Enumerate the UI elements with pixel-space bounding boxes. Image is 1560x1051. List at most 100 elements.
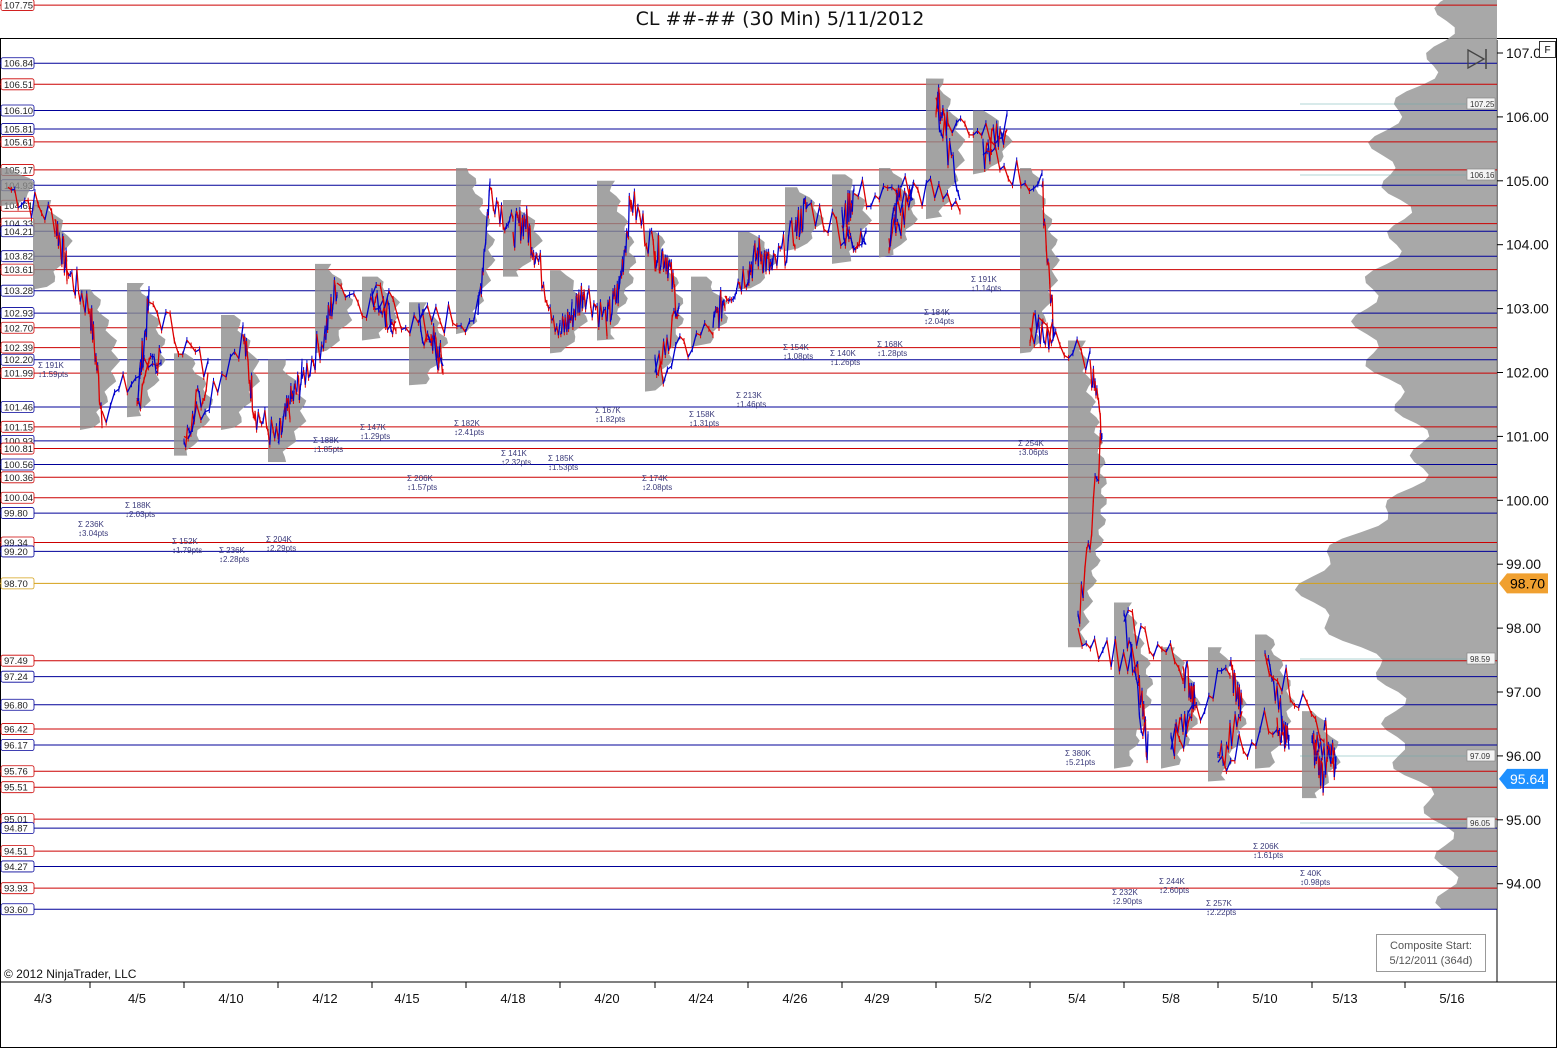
composite-start-label: Composite Start:: [1390, 940, 1472, 952]
price-bar: [1148, 650, 1155, 657]
copyright-text: © 2012 NinjaTrader, LLC: [4, 967, 137, 981]
price-bar: [1063, 354, 1069, 359]
y-tick-label: 105.00: [1506, 173, 1549, 189]
price-bar: [797, 209, 800, 238]
session-range-label: ↕2.32pts: [501, 458, 531, 467]
session-range-label: ↕2.08pts: [642, 483, 672, 492]
poc-price-label: 98.70: [1510, 575, 1545, 591]
session-profile: [550, 270, 588, 354]
x-tick-label: 4/5: [128, 991, 146, 1006]
session-volume-label: Σ 206K: [407, 474, 434, 483]
price-bar: [447, 304, 454, 324]
price-bar: [482, 251, 485, 273]
price-bar: [1051, 297, 1054, 339]
level-tag-label: 102.20: [4, 355, 33, 366]
y-tick-label: 94.00: [1506, 876, 1541, 892]
x-tick-label: 4/3: [34, 991, 52, 1006]
level-tag-label: 105.81: [4, 125, 33, 136]
price-bar: [625, 231, 628, 253]
price-bar: [1199, 710, 1206, 721]
session-range-label: ↕1.59pts: [38, 370, 68, 379]
level-tag-label: 102.39: [4, 343, 33, 354]
x-tick-label: 4/24: [688, 991, 713, 1006]
session-range-label: ↕2.90pts: [1112, 897, 1142, 906]
level-tag-label: 94.87: [4, 824, 28, 835]
session-range-label: ↕1.57pts: [407, 483, 437, 492]
x-tick-label: 5/13: [1332, 991, 1357, 1006]
price-bar: [874, 195, 880, 200]
price-bar: [844, 203, 847, 225]
price-bar: [169, 313, 175, 341]
session-range-label: ↕1.85pts: [313, 445, 343, 454]
price-bar: [1011, 160, 1018, 186]
session-range-label: ↕1.61pts: [1253, 851, 1283, 860]
level-tag-label: 93.60: [4, 905, 28, 916]
price-bar: [65, 250, 68, 282]
level-tag-label: 103.61: [4, 265, 33, 276]
level-tag-label: 102.93: [4, 309, 33, 320]
session-range-label: ↕1.14pts: [971, 284, 1001, 293]
price-bar: [662, 369, 669, 384]
price-bar: [118, 374, 124, 390]
price-bar: [105, 405, 112, 423]
level-tag-label: 106.51: [4, 80, 33, 91]
price-bar: [782, 234, 786, 266]
price-bar: [152, 303, 158, 314]
session-profile: [879, 168, 918, 258]
level-tag-label: 93.93: [4, 884, 28, 895]
price-bar: [617, 278, 620, 304]
level-tag-label: 105.61: [4, 137, 33, 148]
level-tag-label: 102.70: [4, 323, 33, 334]
y-tick-label: 97.00: [1506, 684, 1541, 700]
price-bar: [1044, 227, 1047, 249]
price-bar: [1102, 640, 1108, 651]
level-tag-label: 96.80: [4, 700, 28, 711]
session-range-label: ↕5.21pts: [1065, 758, 1095, 767]
price-bar: [212, 380, 219, 393]
level-tag-label: 107.75: [4, 1, 33, 12]
session-volume-label: Σ 188K: [313, 436, 340, 445]
value-tag-label: 107.25: [1470, 100, 1495, 109]
y-tick-label: 95.00: [1506, 812, 1541, 828]
f-button[interactable]: F: [1539, 41, 1556, 58]
session-volume-label: Σ 152K: [172, 537, 199, 546]
price-bar: [670, 344, 677, 367]
session-volume-label: Σ 188K: [125, 501, 152, 510]
session-volume-label: Σ 380K: [1065, 749, 1092, 758]
price-bar: [611, 291, 614, 312]
session-volume-label: Σ 236K: [78, 520, 105, 529]
level-tag-label: 95.51: [4, 783, 28, 794]
price-bar: [1157, 643, 1163, 650]
session-profile: [1020, 168, 1060, 354]
session-volume-label: Σ 244K: [1159, 877, 1186, 886]
price-bar: [529, 228, 532, 256]
x-tick-label: 4/20: [594, 991, 619, 1006]
price-bar: [1003, 165, 1009, 179]
session-range-label: ↕1.08pts: [783, 352, 813, 361]
price-bar: [657, 235, 660, 271]
composite-info-box: Composite Start: 5/12/2011 (364d): [1376, 934, 1486, 972]
session-volume-label: Σ 141K: [501, 449, 528, 458]
price-bar: [802, 201, 805, 229]
price-bar: [633, 191, 637, 221]
price-bar: [443, 304, 450, 334]
session-range-label: ↕1.53pts: [548, 463, 578, 472]
price-chart[interactable]: 108.13107.99107.75106.84106.51106.10105.…: [0, 0, 1560, 1051]
session-range-label: ↕1.46pts: [736, 400, 766, 409]
price-bar: [480, 270, 483, 295]
price-bar: [61, 236, 64, 265]
session-range-label: ↕3.04pts: [78, 529, 108, 538]
price-bar: [76, 269, 80, 292]
session-volume-label: Σ 204K: [266, 535, 293, 544]
price-bar: [1127, 609, 1133, 613]
session-volume-label: Σ 174K: [642, 474, 669, 483]
price-levels: 108.13107.99107.75106.84106.51106.10105.…: [0, 0, 1497, 916]
level-tag-label: 100.56: [4, 460, 33, 471]
price-bar: [960, 118, 966, 125]
price-bar: [1146, 734, 1149, 761]
price-bar: [477, 294, 480, 316]
price-bar: [1098, 649, 1104, 660]
x-tick-label: 4/15: [394, 991, 419, 1006]
session-volume-label: Σ 168K: [877, 340, 904, 349]
price-bar: [1192, 704, 1197, 707]
